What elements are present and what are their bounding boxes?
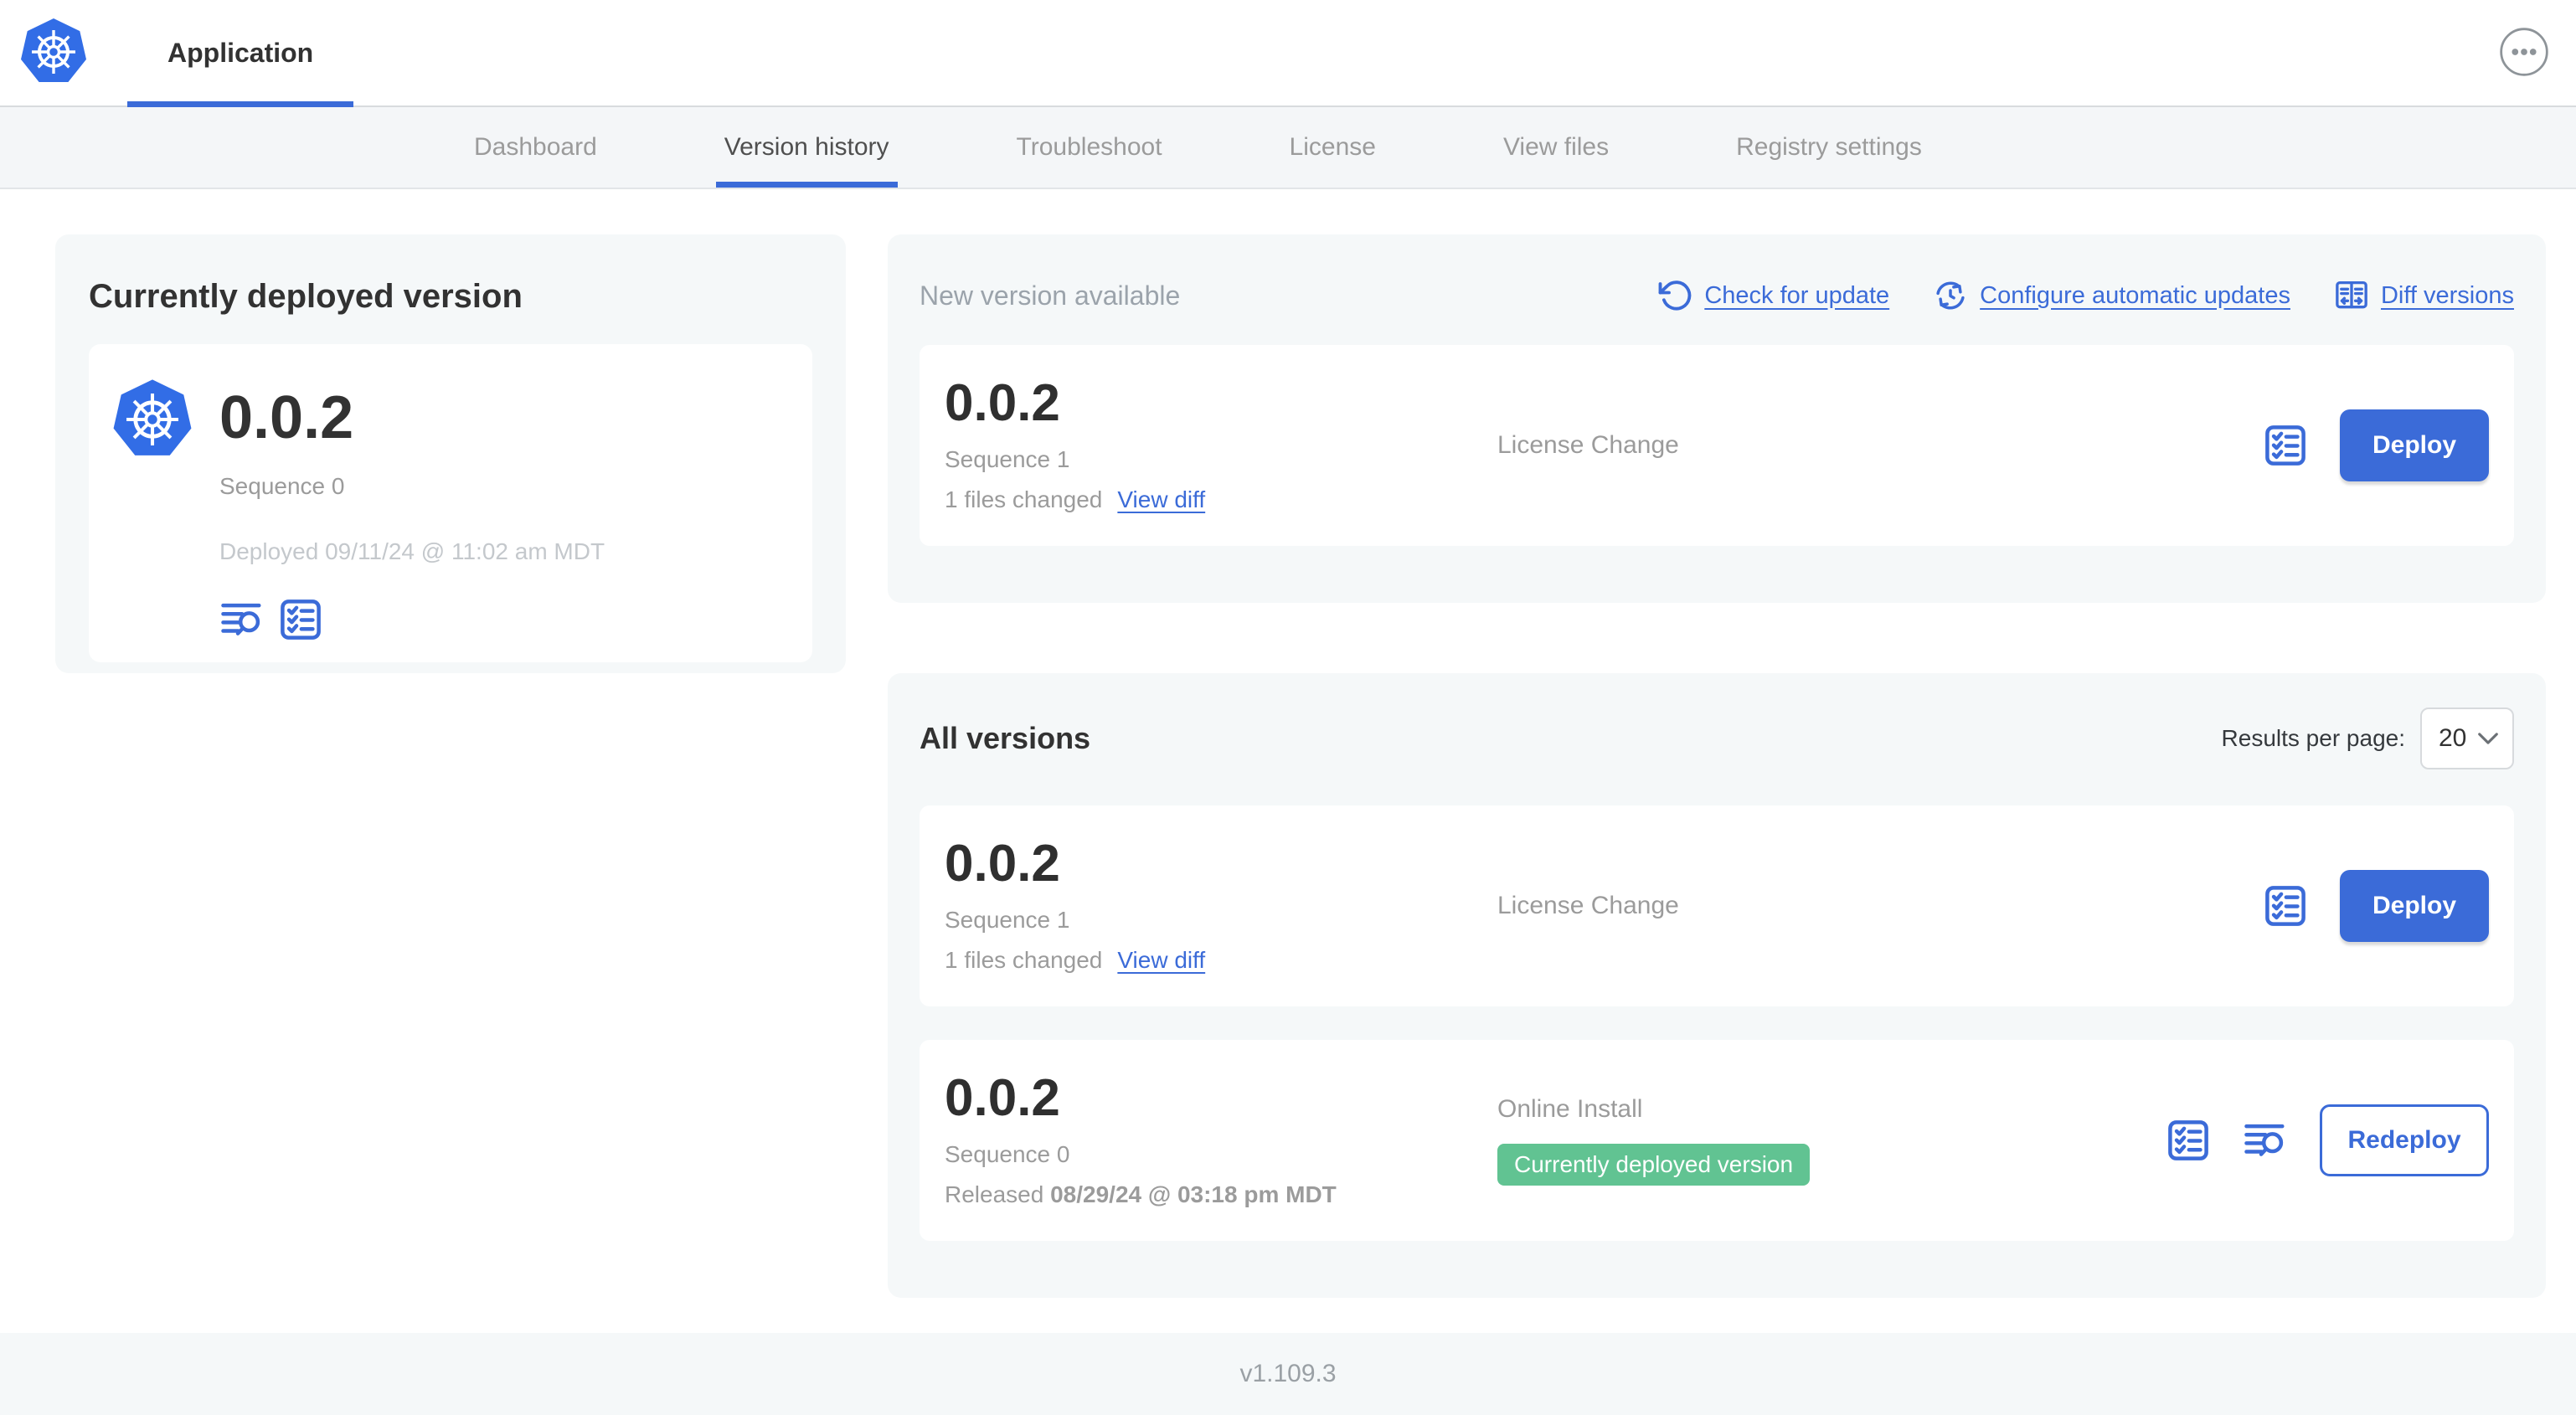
sequence-label: Sequence 1 — [945, 907, 1070, 933]
checklist-icon — [2263, 883, 2308, 929]
subnav-tabs: Dashboard Version history Troubleshoot L… — [0, 107, 2576, 189]
version-source-label: License Change — [1497, 431, 1679, 459]
app-nav-tab[interactable]: Application — [127, 0, 354, 107]
app-footer: v1.109.3 — [0, 1333, 2576, 1415]
version-source-label: License Change — [1497, 892, 1679, 919]
new-version-section: New version available Check for update C… — [888, 234, 2546, 603]
currently-deployed-title: Currently deployed version — [89, 278, 523, 315]
tab-label: Version history — [724, 133, 889, 161]
tab-license[interactable]: License — [1290, 107, 1376, 188]
main-content: Currently deployed version 0.0.2 Sequenc… — [0, 189, 2576, 1298]
release-notes-checklist-button[interactable] — [2263, 423, 2308, 468]
tab-dashboard[interactable]: Dashboard — [474, 107, 597, 188]
files-changed-label: 1 files changed — [945, 947, 1103, 973]
diff-versions-label: Diff versions — [2380, 281, 2514, 309]
checklist-icon — [2263, 423, 2308, 468]
app-tab-label: Application — [167, 37, 314, 68]
new-version-row: 0.0.2 Sequence 1 1 files changed View di… — [920, 345, 2514, 546]
release-notes-checklist-button[interactable] — [2166, 1118, 2211, 1163]
preflight-checks-button[interactable] — [278, 597, 323, 642]
currently-deployed-badge: Currently deployed version — [1497, 1144, 1811, 1186]
version-number: 0.0.2 — [945, 835, 1060, 893]
tab-registry-settings[interactable]: Registry settings — [1736, 107, 1922, 188]
auto-update-clock-icon — [1936, 281, 1965, 310]
tab-label: Registry settings — [1736, 133, 1922, 161]
diff-icon — [2336, 280, 2367, 309]
current-deployed-timestamp: Deployed 09/11/24 @ 11:02 am MDT — [219, 538, 605, 564]
current-sequence-label: Sequence 0 — [219, 473, 345, 499]
current-version-number: 0.0.2 — [219, 384, 354, 451]
released-prefix: Released — [945, 1181, 1044, 1207]
logs-icon — [2243, 1118, 2288, 1163]
kubernetes-logo-icon — [19, 17, 88, 84]
currently-deployed-card: Currently deployed version 0.0.2 Sequenc… — [55, 234, 846, 673]
check-for-update-link[interactable]: Check for update — [1657, 278, 1889, 313]
app-header: Application — [0, 0, 2576, 107]
results-per-page-label: Results per page: — [2221, 725, 2405, 751]
view-logs-button[interactable] — [2243, 1118, 2288, 1163]
console-version-label: v1.109.3 — [1239, 1360, 1337, 1387]
results-per-page-value: 20 — [2439, 724, 2467, 752]
deploy-button[interactable]: Deploy — [2340, 870, 2489, 942]
configure-automatic-updates-link[interactable]: Configure automatic updates — [1933, 278, 2290, 313]
deploy-button[interactable]: Deploy — [2340, 409, 2489, 481]
diff-versions-link[interactable]: Diff versions — [2334, 278, 2514, 313]
new-version-title: New version available — [920, 280, 1181, 311]
configure-automatic-updates-label: Configure automatic updates — [1980, 281, 2290, 309]
sequence-label: Sequence 0 — [945, 1141, 1070, 1167]
tab-troubleshoot[interactable]: Troubleshoot — [1017, 107, 1162, 188]
view-diff-link[interactable]: View diff — [1117, 947, 1205, 974]
sequence-label: Sequence 1 — [945, 446, 1070, 472]
all-versions-title: All versions — [920, 721, 1091, 755]
checklist-icon — [2166, 1118, 2211, 1163]
check-for-update-label: Check for update — [1704, 281, 1890, 309]
view-diff-link[interactable]: View diff — [1117, 486, 1205, 513]
tab-label: Troubleshoot — [1016, 133, 1162, 161]
results-per-page-select[interactable]: 20 — [2420, 708, 2514, 769]
chevron-down-icon — [2478, 733, 2498, 744]
version-row: 0.0.2 Sequence 0 Released 08/29/24 @ 03:… — [920, 1040, 2514, 1241]
released-date: 08/29/24 @ 03:18 pm MDT — [1050, 1181, 1337, 1207]
logs-icon — [219, 597, 265, 642]
redeploy-button[interactable]: Redeploy — [2320, 1104, 2489, 1176]
overflow-menu-button[interactable] — [2499, 27, 2549, 77]
checklist-icon — [278, 597, 323, 642]
refresh-icon — [1658, 280, 1692, 311]
version-number: 0.0.2 — [945, 374, 1060, 432]
tab-version-history[interactable]: Version history — [715, 107, 898, 188]
currently-deployed-version-card: 0.0.2 Sequence 0 Deployed 09/11/24 @ 11:… — [89, 344, 812, 662]
app-kubernetes-icon — [111, 378, 194, 461]
active-app-underline — [127, 101, 354, 107]
all-versions-section: All versions Results per page: 20 0.0.2 … — [888, 673, 2546, 1298]
version-number: 0.0.2 — [945, 1069, 1060, 1127]
tab-view-files[interactable]: View files — [1503, 107, 1609, 188]
released-timestamp: Released 08/29/24 @ 03:18 pm MDT — [945, 1181, 1497, 1208]
files-changed-label: 1 files changed — [945, 486, 1103, 512]
tab-label: License — [1289, 133, 1376, 161]
ellipsis-icon — [2500, 28, 2548, 76]
version-source-label: Online Install — [1497, 1095, 1643, 1123]
version-row: 0.0.2 Sequence 1 1 files changed View di… — [920, 805, 2514, 1006]
view-logs-button[interactable] — [219, 597, 265, 642]
release-notes-checklist-button[interactable] — [2263, 883, 2308, 929]
tab-label: View files — [1502, 133, 1610, 161]
tab-label: Dashboard — [474, 133, 597, 161]
